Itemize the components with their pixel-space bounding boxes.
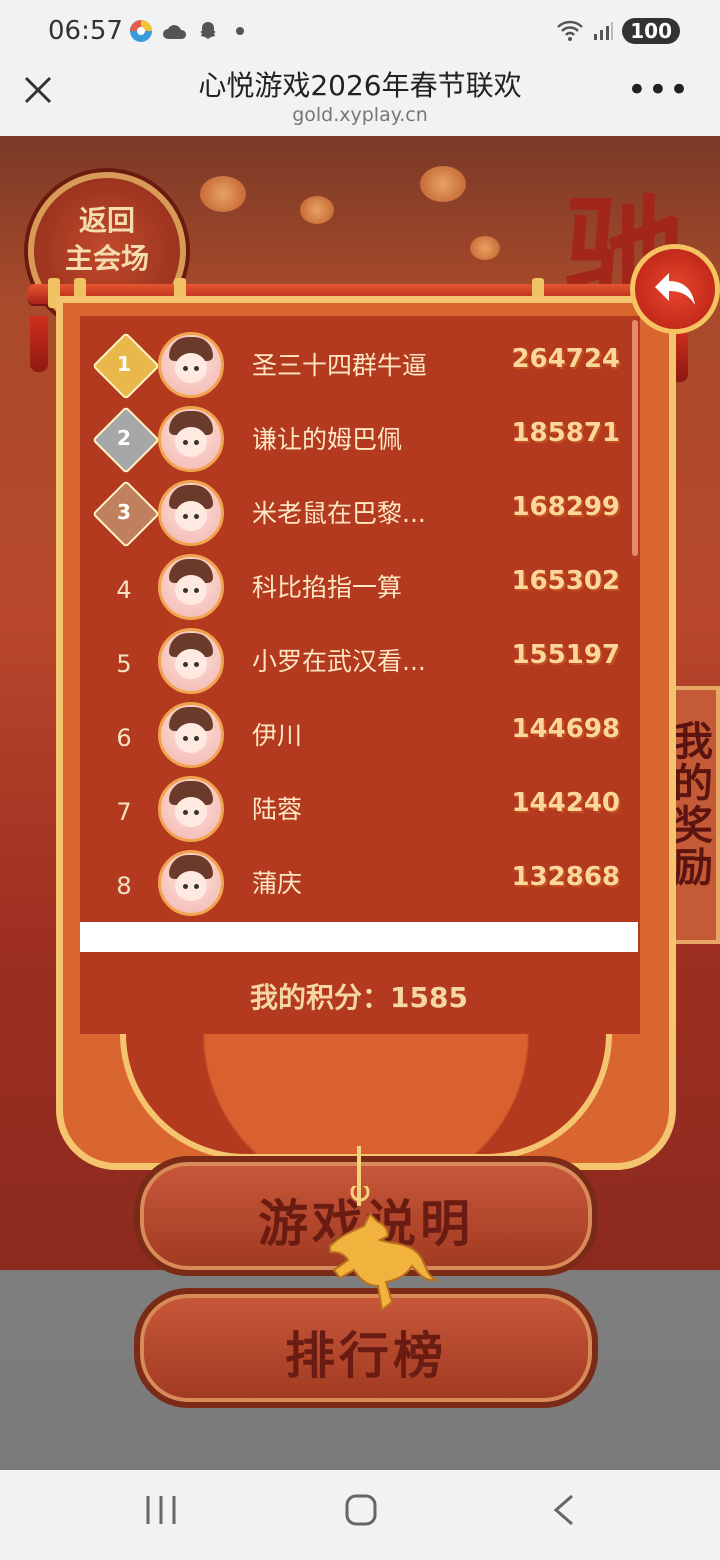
- avatar: [158, 702, 224, 768]
- player-score: 132868: [511, 862, 620, 892]
- clock: 06:57: [48, 16, 123, 46]
- status-bar: 06:57 100: [0, 0, 720, 64]
- rank-number: 6: [116, 724, 132, 752]
- browser-header: 心悦游戏2026年春节联欢 gold.xyplay.cn •••: [0, 64, 720, 136]
- lantern-decoration: [300, 196, 334, 224]
- player-score: 144240: [511, 788, 620, 818]
- lantern-decoration: [200, 176, 246, 212]
- undo-arrow-icon: [655, 273, 695, 305]
- avatar: [158, 480, 224, 546]
- player-score: 185871: [511, 418, 620, 448]
- return-label-line1: 返回: [78, 204, 135, 237]
- player-name: 蒲庆: [252, 869, 303, 898]
- home-icon[interactable]: [344, 1494, 378, 1535]
- scrollbar[interactable]: [632, 320, 638, 556]
- avatar: [158, 406, 224, 472]
- rank-number: 7: [116, 798, 132, 826]
- player-name: 陆蓉: [252, 795, 303, 824]
- avatar: [158, 776, 224, 842]
- lantern-decoration: [420, 166, 466, 202]
- leaderboard-row[interactable]: 5 小罗在武汉看... 155197: [80, 626, 640, 700]
- wifi-icon: [557, 20, 584, 41]
- player-score: 155197: [511, 640, 620, 670]
- my-score-label: 我的积分：: [250, 981, 391, 1014]
- player-score: 165302: [511, 566, 620, 596]
- recent-apps-icon[interactable]: [144, 1494, 178, 1535]
- avatar: [158, 332, 224, 398]
- leaderboard-row[interactable]: 3 米老鼠在巴黎... 168299: [80, 478, 640, 552]
- player-name: 科比掐指一算: [252, 573, 403, 602]
- battery-icon: 100: [622, 18, 680, 44]
- leaderboard-row[interactable]: 8 蒲庆 132868: [80, 848, 640, 922]
- signal-icon: [594, 22, 614, 40]
- system-icons: 100: [556, 18, 680, 44]
- player-score: 144698: [511, 714, 620, 744]
- rank-number: 5: [116, 650, 132, 678]
- page-url: gold.xyplay.cn: [292, 104, 428, 126]
- leaderboard-row[interactable]: 1 圣三十四群牛逼 264724: [80, 330, 640, 404]
- lantern-decoration: [470, 236, 500, 260]
- rank-number: 2: [117, 426, 131, 450]
- rank-number: 8: [116, 872, 132, 900]
- leaderboard-row[interactable]: 2 谦让的姆巴佩 185871: [80, 404, 640, 478]
- avatar: [158, 850, 224, 916]
- back-icon[interactable]: [552, 1494, 576, 1535]
- page-title: 心悦游戏2026年春节联欢: [198, 69, 522, 102]
- list-divider: [80, 922, 638, 952]
- rank-number: 4: [116, 576, 132, 604]
- back-arrow-button[interactable]: [630, 244, 720, 334]
- leaderboard-row[interactable]: 6 伊川 144698: [80, 700, 640, 774]
- player-name: 米老鼠在巴黎...: [252, 499, 426, 528]
- player-score: 168299: [511, 492, 620, 522]
- player-name: 小罗在武汉看...: [252, 647, 426, 676]
- player-score: 264724: [511, 344, 620, 374]
- avatar: [158, 628, 224, 694]
- dot-icon: [236, 27, 244, 35]
- leaderboard-row[interactable]: 4 科比掐指一算 165302: [80, 552, 640, 626]
- my-score: 我的积分：1585: [80, 976, 638, 1016]
- game-scene: 返回 主会场 驰 我的奖励 1 圣三十四群牛逼 264724 2 谦让的姆巴佩 18587…: [0, 136, 720, 1470]
- rank-number: 3: [117, 500, 131, 524]
- notification-icons: [128, 18, 244, 44]
- cloud-icon: [163, 25, 187, 39]
- my-score-bar: 我的积分：1585: [80, 952, 638, 1034]
- player-name: 圣三十四群牛逼: [252, 351, 428, 380]
- scroll-bottom-decoration: [120, 1034, 612, 1160]
- leaderboard-row[interactable]: 7 陆蓉 144240: [80, 774, 640, 848]
- system-nav-bar: [0, 1470, 720, 1560]
- player-name: 谦让的姆巴佩: [252, 425, 403, 454]
- app-icon: [130, 20, 152, 42]
- horse-pendant-icon: [329, 1186, 440, 1312]
- tassel-left: [30, 316, 48, 372]
- snapchat-icon: [200, 22, 216, 39]
- avatar: [158, 554, 224, 620]
- return-label-line2: 主会场: [64, 242, 149, 275]
- my-score-value: 1585: [390, 981, 468, 1014]
- rank-number: 1: [117, 352, 131, 376]
- player-name: 伊川: [252, 721, 303, 750]
- more-options-icon[interactable]: •••: [627, 70, 690, 110]
- ranking-label: 排行榜: [285, 1326, 447, 1385]
